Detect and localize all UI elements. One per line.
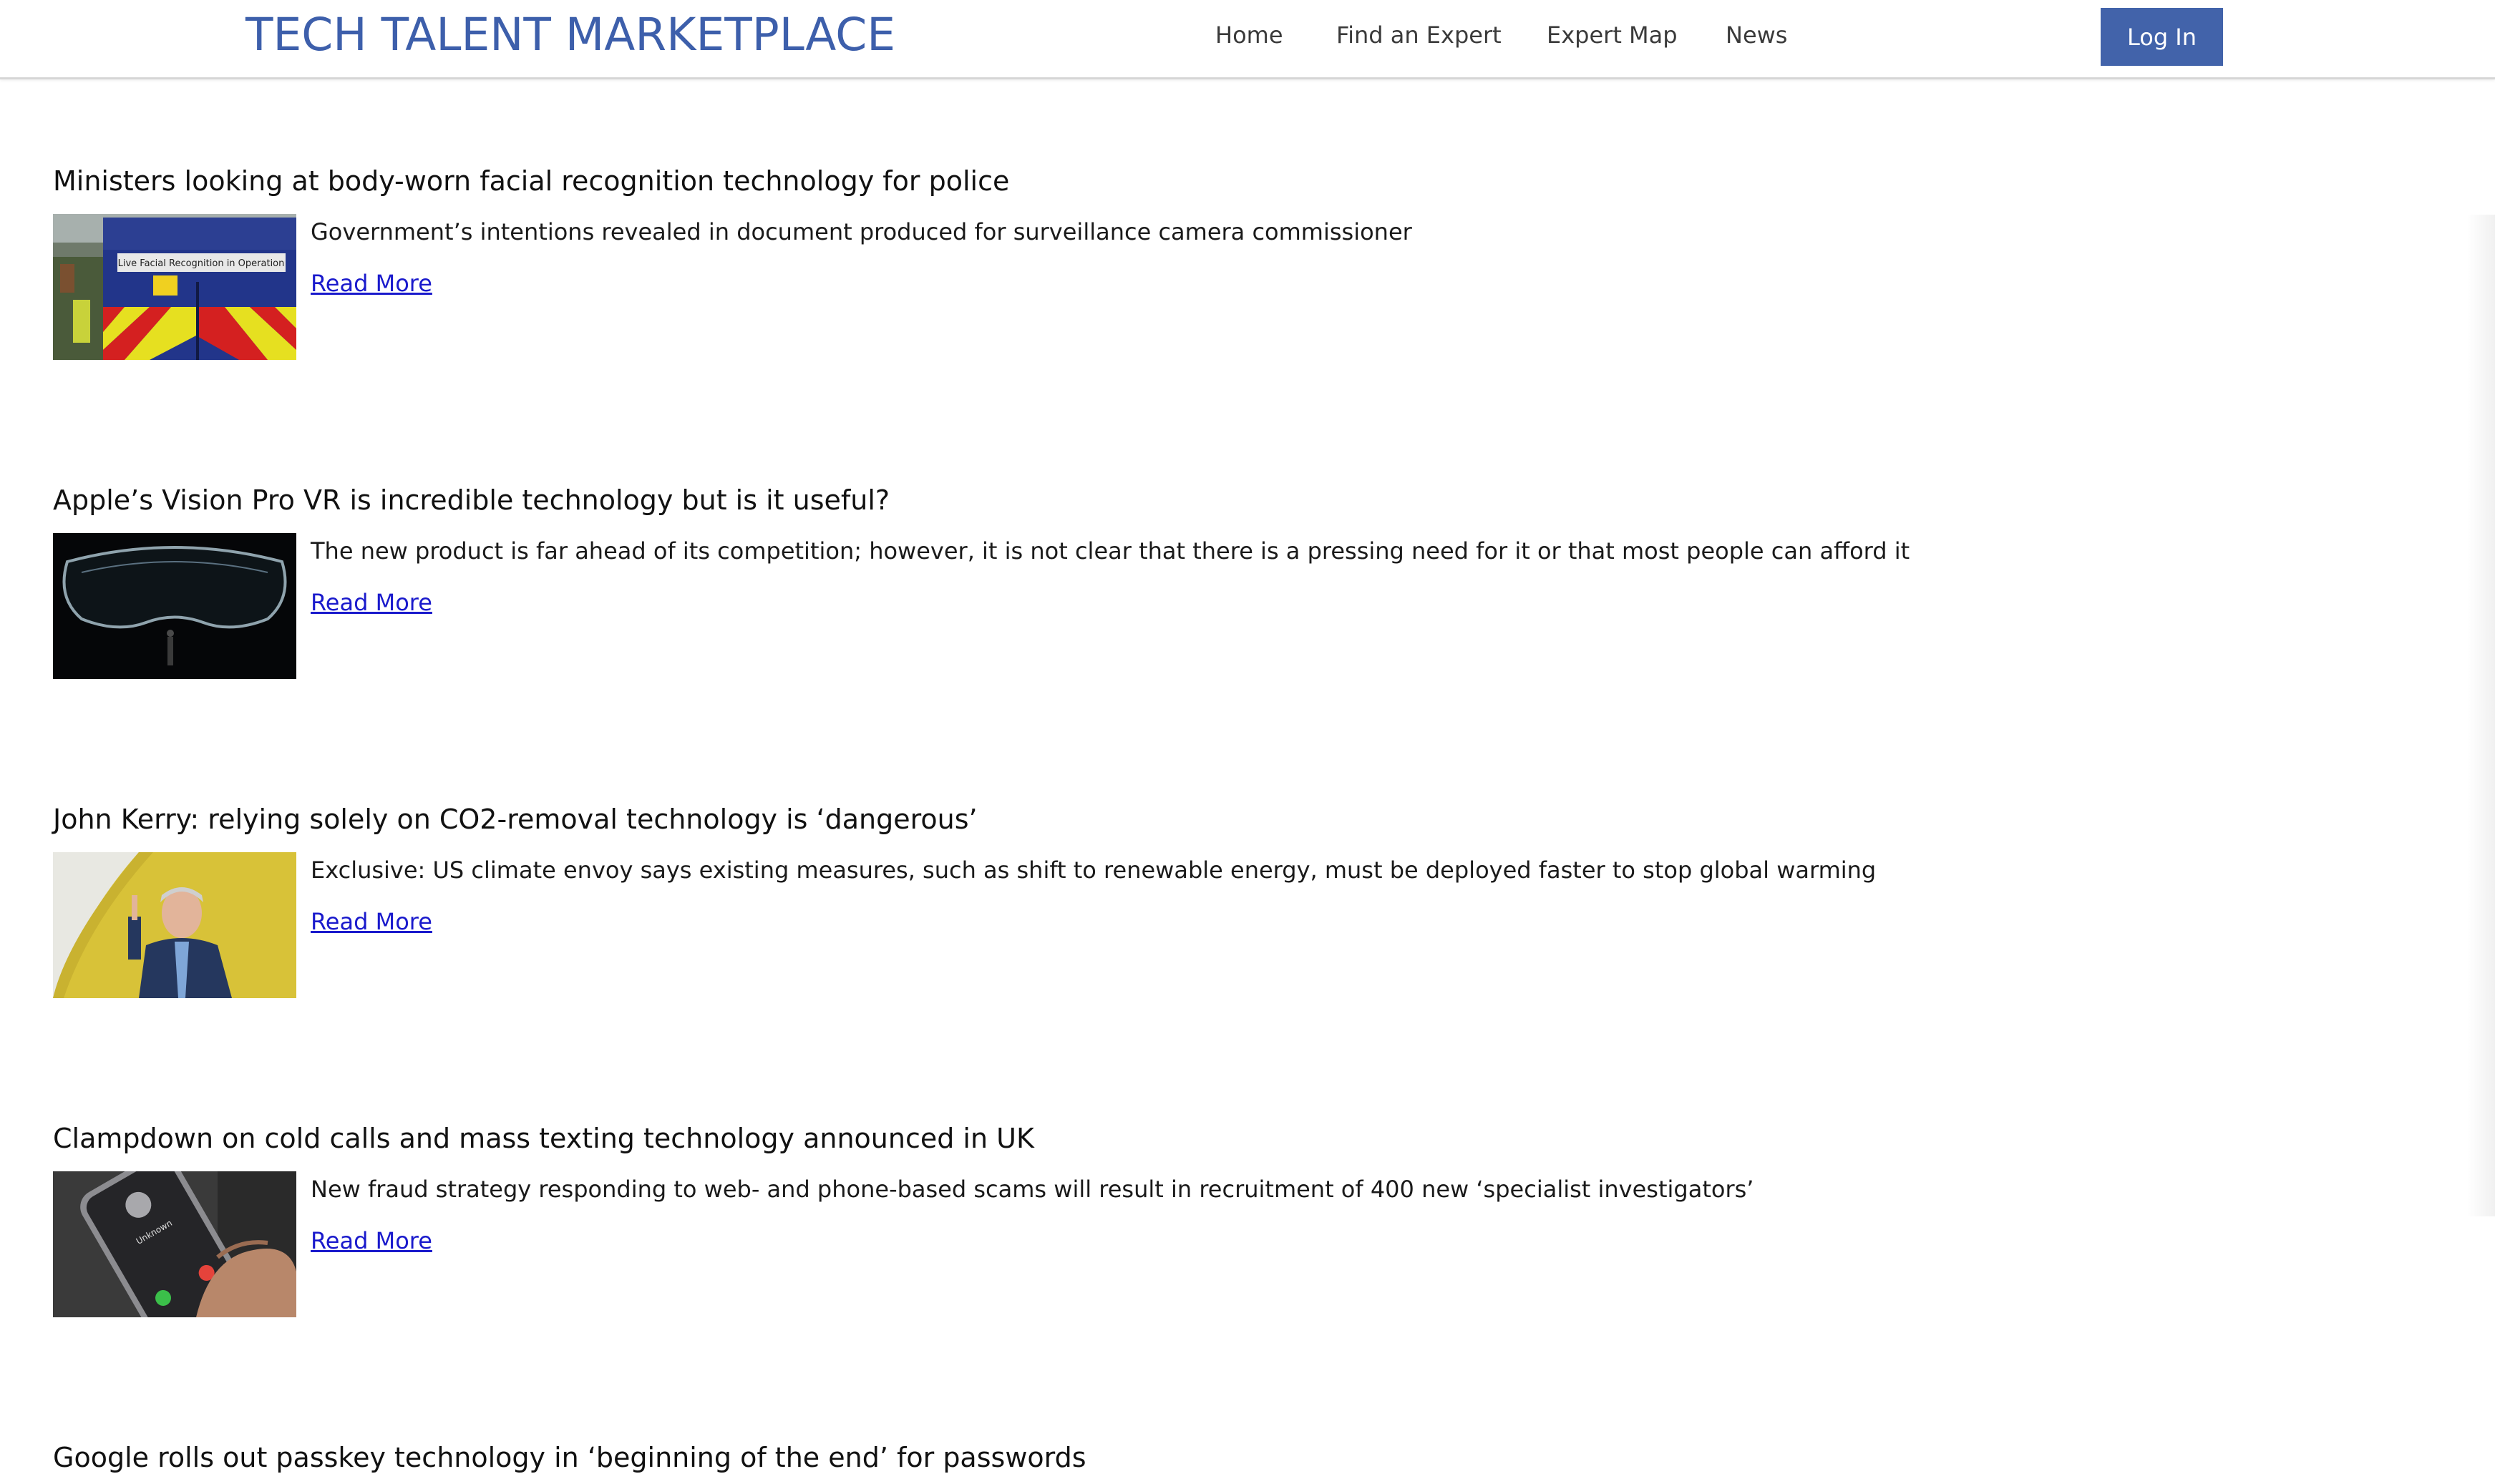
login-button[interactable]: Log In: [2101, 8, 2223, 66]
top-navigation-bar: TECH TALENT MARKETPLACE Home Find an Exp…: [0, 0, 2495, 79]
article-thumbnail-vision-pro-headset[interactable]: [53, 533, 296, 679]
read-more-link[interactable]: Read More: [311, 587, 432, 618]
article-title[interactable]: Clampdown on cold calls and mass texting…: [53, 1121, 1914, 1156]
article-thumbnail-facial-recognition-van[interactable]: Live Facial Recognition in Operation: [53, 214, 296, 360]
news-article: Apple’s Vision Pro VR is incredible tech…: [53, 482, 1914, 697]
site-brand[interactable]: TECH TALENT MARKETPLACE: [245, 9, 895, 61]
article-title[interactable]: Apple’s Vision Pro VR is incredible tech…: [53, 482, 1914, 518]
read-more-link[interactable]: Read More: [311, 1225, 432, 1256]
article-summary: Government’s intentions revealed in docu…: [311, 218, 1412, 245]
scroll-edge-shadow: [2466, 215, 2495, 1216]
van-sign-text: Live Facial Recognition in Operation: [118, 258, 285, 269]
nav-home-link[interactable]: Home: [1215, 21, 1283, 49]
nav-expert-map-link[interactable]: Expert Map: [1547, 21, 1678, 49]
article-title[interactable]: John Kerry: relying solely on CO2-remova…: [53, 801, 1914, 837]
article-title[interactable]: Ministers looking at body-worn facial re…: [53, 163, 1914, 199]
nav-news-link[interactable]: News: [1726, 21, 1787, 49]
news-article: Clampdown on cold calls and mass texting…: [53, 1121, 1914, 1335]
article-summary: New fraud strategy responding to web- an…: [311, 1176, 1754, 1203]
read-more-link[interactable]: Read More: [311, 906, 432, 937]
article-thumbnail-phone-call[interactable]: Unknown: [53, 1171, 296, 1317]
read-more-link[interactable]: Read More: [311, 268, 432, 299]
news-article: Ministers looking at body-worn facial re…: [53, 163, 1914, 378]
news-page: TECH TALENT MARKETPLACE Home Find an Exp…: [0, 0, 2495, 1484]
article-summary: The new product is far ahead of its comp…: [311, 537, 1910, 565]
article-summary: Exclusive: US climate envoy says existin…: [311, 856, 1877, 884]
article-thumbnail-john-kerry[interactable]: [53, 852, 296, 998]
nav-find-expert-link[interactable]: Find an Expert: [1336, 21, 1502, 49]
article-title[interactable]: Google rolls out passkey technology in ‘…: [53, 1440, 1914, 1475]
news-article: John Kerry: relying solely on CO2-remova…: [53, 801, 1914, 1016]
news-article: Google rolls out passkey technology in ‘…: [53, 1440, 1914, 1484]
